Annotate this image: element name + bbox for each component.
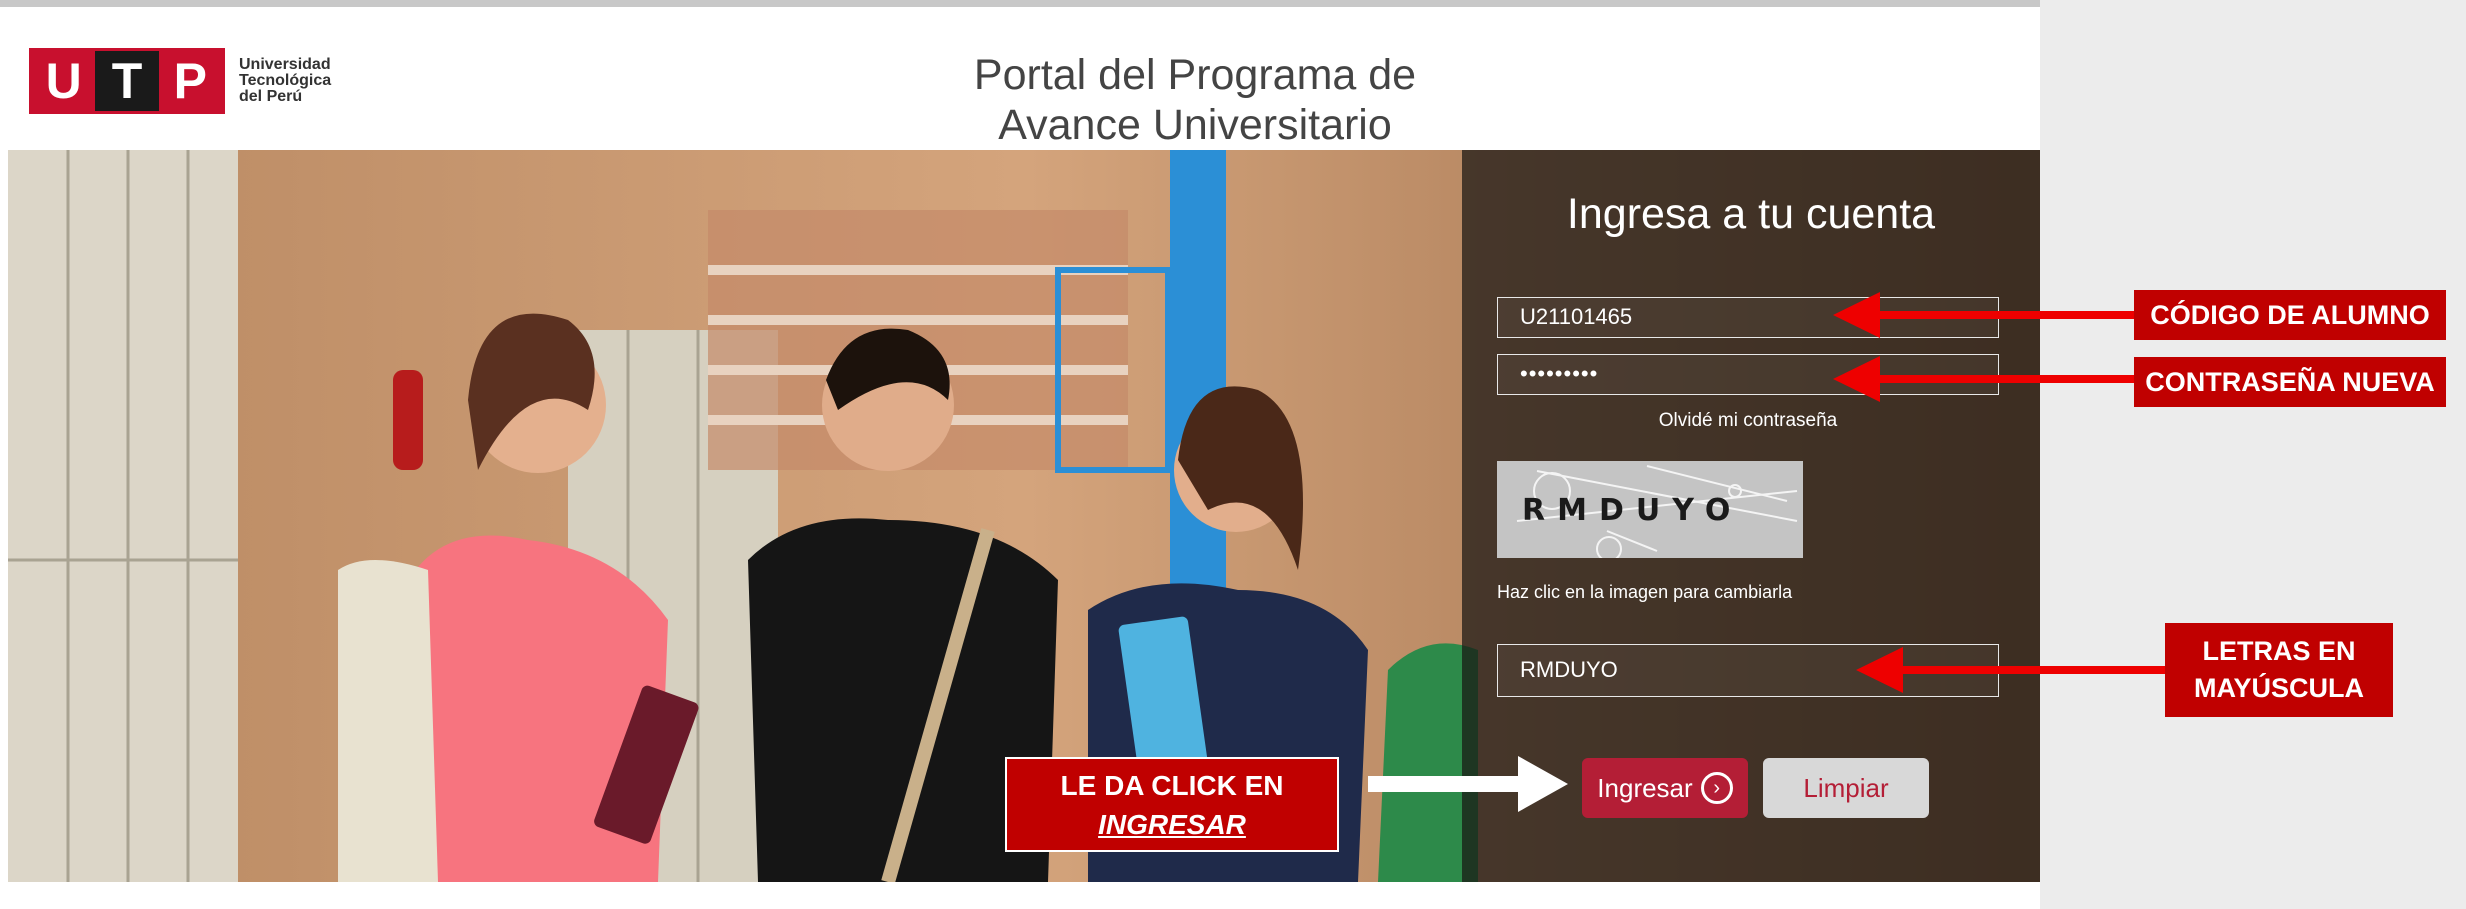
annotation-letras-line-1: LETRAS EN (2202, 636, 2356, 666)
arrow-shaft-letras (1903, 666, 2165, 674)
arrow-shaft-ingresar (1368, 776, 1518, 792)
annotation-click-ingresar: LE DA CLICK EN INGRESAR (1005, 757, 1339, 852)
arrow-shaft-codigo (1880, 311, 2134, 319)
annotation-codigo-alumno: CÓDIGO DE ALUMNO (2134, 290, 2446, 340)
annotation-click-line-1: LE DA CLICK EN (1060, 769, 1284, 801)
annotation-letras-mayuscula: LETRAS EN MAYÚSCULA (2165, 623, 2393, 717)
arrow-shaft-contrasena (1880, 375, 2134, 383)
annotation-letras-line-2: MAYÚSCULA (2193, 673, 2364, 703)
arrow-head-letras (1856, 647, 1903, 693)
arrow-head-codigo (1833, 292, 1880, 338)
annotation-click-line-2: INGRESAR (1098, 808, 1246, 840)
arrow-head-ingresar (1518, 756, 1568, 812)
arrow-head-contrasena (1833, 356, 1880, 402)
annotation-contrasena-nueva: CONTRASEÑA NUEVA (2134, 357, 2446, 407)
